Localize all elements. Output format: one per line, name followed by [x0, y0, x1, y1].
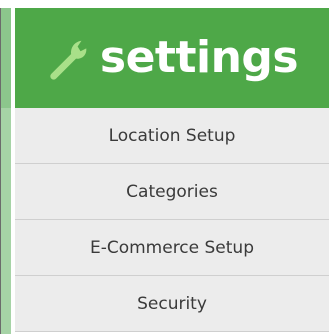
menu-item-label: Security: [137, 293, 207, 314]
menu-item-label: Location Setup: [108, 125, 236, 146]
settings-header: settings: [15, 8, 329, 108]
menu-item-security[interactable]: Security: [15, 276, 329, 332]
panel-inner: settings Location Setup Categories E-Com…: [11, 8, 329, 334]
menu-item-label: E-Commerce Setup: [89, 237, 255, 258]
header-content: settings: [46, 32, 299, 83]
accent-strip-header: [1, 8, 11, 108]
menu-item-e-commerce-setup[interactable]: E-Commerce Setup: [15, 220, 329, 276]
menu-item-categories[interactable]: Categories: [15, 164, 329, 220]
settings-menu: Location Setup Categories E-Commerce Set…: [15, 108, 329, 332]
menu-item-label: Categories: [126, 181, 218, 202]
settings-screen: settings Location Setup Categories E-Com…: [0, 0, 329, 334]
settings-panel: settings Location Setup Categories E-Com…: [0, 8, 329, 334]
menu-item-location-setup[interactable]: Location Setup: [15, 108, 329, 164]
header-title: settings: [99, 32, 299, 83]
wrench-icon: [50, 40, 87, 80]
